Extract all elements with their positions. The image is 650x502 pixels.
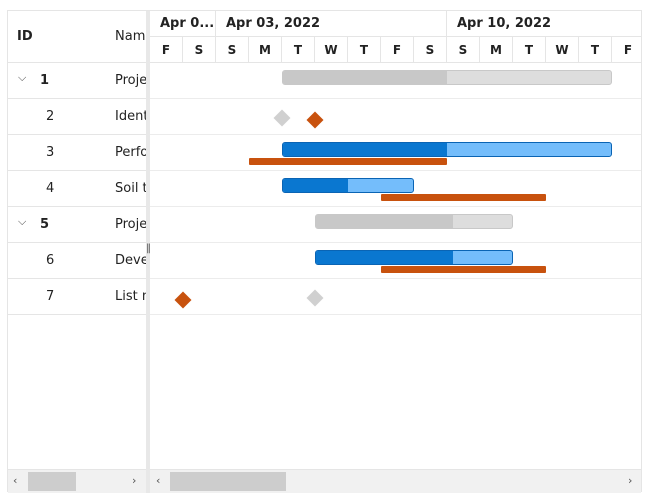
table-row[interactable]: ⌵ 1 Proje [8,63,146,99]
baseline-bar [381,266,546,273]
task-id: 7 [46,289,55,304]
task-progress [316,215,454,228]
task-id: 2 [46,109,55,124]
task-bar[interactable] [282,142,612,157]
timeline-day-label: M [480,37,513,63]
table-row[interactable]: ⌵ 5 Proje [8,207,146,243]
chart-scrollbar[interactable]: ‹ › [150,469,641,493]
task-id: 5 [40,217,50,232]
timeline-day-label: S [183,37,216,63]
timeline-week-label: Apr 0... [150,11,216,37]
table-row[interactable]: 3 Perfo [8,135,146,171]
table-row[interactable]: 6 Deve [8,243,146,279]
timeline-day-label: F [612,37,641,63]
task-bar[interactable] [282,178,414,193]
baseline-bar [381,194,546,201]
task-id: 6 [46,253,55,268]
chevron-right-icon[interactable]: › [628,474,632,487]
summary-task-bar[interactable] [282,70,612,85]
timeline-day-label: S [447,37,480,63]
chevron-down-icon[interactable]: ⌵ [18,215,26,229]
timeline-week-label: Apr 03, 2022 [216,11,447,37]
chevron-right-icon[interactable]: › [132,474,136,487]
task-progress [283,71,447,84]
chart-scroll-thumb[interactable] [170,472,286,491]
task-id: 4 [46,181,55,196]
timeline-day-label: M [249,37,282,63]
task-name: Soil t [115,181,146,196]
task-progress [283,179,348,192]
task-name: Proje [115,73,146,88]
task-name: List n [115,289,146,304]
table-row[interactable]: 4 Soil t [8,171,146,207]
task-progress [316,251,454,264]
task-grid: ID Nam ⌵ 1 Proje 2 Ident 3 Perfo 4 Soil t ⌵ 5 Proje… [8,11,146,481]
timeline-day-label: W [546,37,579,63]
column-header-name[interactable]: Nam [115,29,145,44]
chart-area: Apr 0... Apr 03, 2022 Apr 10, 2022 F S S M T W T F… [150,11,641,481]
timeline-day-label: T [579,37,612,63]
timeline-week-label: Apr 10, 2022 [447,11,641,37]
chevron-down-icon[interactable]: ⌵ [18,71,26,85]
timeline-day-label: S [414,37,447,63]
baseline-bar [249,158,447,165]
timeline-day-label: T [348,37,381,63]
timeline-day-label: W [315,37,348,63]
task-id: 3 [46,145,55,160]
summary-task-bar[interactable] [315,214,513,229]
task-bar[interactable] [315,250,513,265]
timeline-day-label: F [381,37,414,63]
timeline-day-label: F [150,37,183,63]
task-progress [283,143,447,156]
chevron-left-icon[interactable]: ‹ [13,474,17,487]
chart-row [150,99,641,135]
grid-scrollbar[interactable]: ‹ › [8,469,146,493]
table-row[interactable]: 2 Ident [8,99,146,135]
timeline-day-label: S [216,37,249,63]
grid-header: ID Nam [8,11,146,63]
gantt-chart: ID Nam ⌵ 1 Proje 2 Ident 3 Perfo 4 Soil t ⌵ 5 Proje… [7,10,642,493]
task-id: 1 [40,73,50,88]
column-header-id[interactable]: ID [17,29,33,44]
task-name: Proje [115,217,146,232]
chart-row [150,279,641,315]
grid-scroll-thumb[interactable] [28,472,76,491]
task-name: Deve [115,253,146,268]
timeline-day-label: T [282,37,315,63]
table-row[interactable]: 7 List n [8,279,146,315]
task-name: Ident [115,109,146,124]
timeline-day-label: T [513,37,546,63]
chevron-left-icon[interactable]: ‹ [156,474,160,487]
task-name: Perfo [115,145,146,160]
